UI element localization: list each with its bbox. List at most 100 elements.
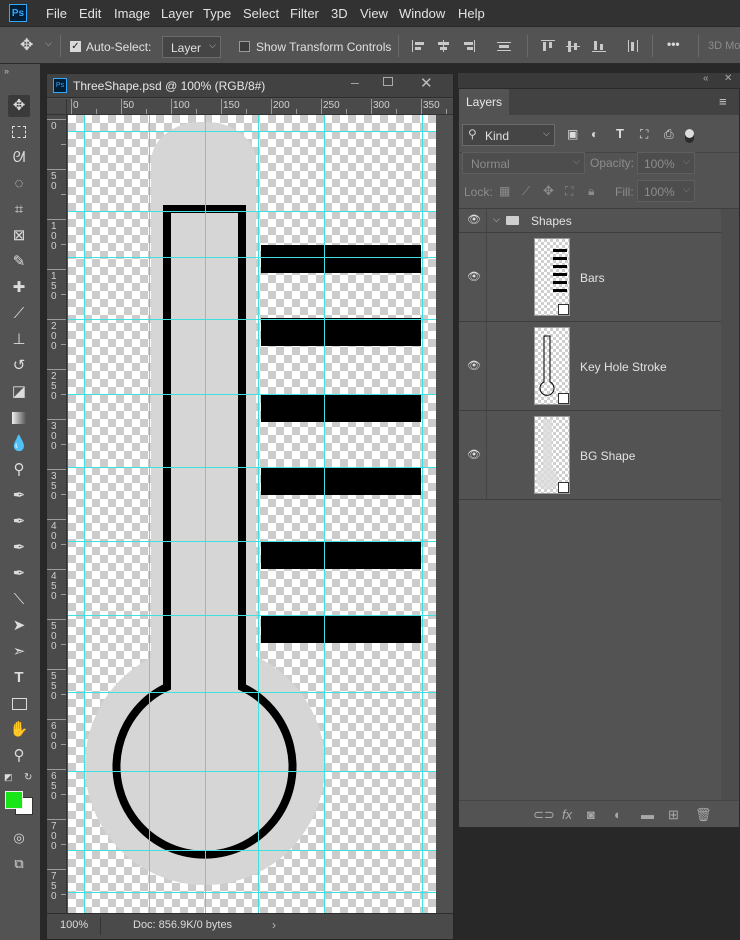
close-icon[interactable]: ✕ [420,74,433,92]
status-menu-arrow-icon[interactable]: › [272,918,276,932]
document-tab[interactable]: Ps ThreeShape.psd @ 100% (RGB/8#) – ✕ [47,74,453,98]
layers-scrollbar[interactable] [721,209,739,801]
frame-tool-icon[interactable]: ⊠ [8,225,30,247]
menu-view[interactable]: View [360,6,388,21]
align-top-icon[interactable] [541,40,555,52]
align-horizontal-center-icon[interactable] [437,40,451,52]
menu-window[interactable]: Window [399,6,445,21]
collapse-panels-icon[interactable]: « [703,73,709,84]
lasso-tool-icon[interactable]: ᘛ [8,147,30,169]
dodge-tool-icon[interactable]: ⚲ [8,459,30,481]
lock-image-icon[interactable]: ⟋ [522,184,530,199]
convert-point-tool-icon[interactable]: ✒ [8,563,30,585]
lock-transparent-icon[interactable]: ▦ [499,184,510,198]
direct-selection-tool-icon[interactable]: ➣ [8,641,30,663]
menu-3d[interactable]: 3D [331,6,348,21]
layer-style-icon[interactable]: fx [562,807,572,822]
hand-tool-icon[interactable]: ✋ [8,719,30,741]
show-transform-checkbox[interactable] [239,41,250,52]
layer-row-bars[interactable]: 👁︎ Bars [459,233,721,322]
vertical-ruler[interactable]: 0 50 100 150 200 250 300 350 400 450 500 550 600 650 7… [47,115,67,913]
visibility-toggle[interactable]: 👁︎ [459,233,487,321]
quick-selection-tool-icon[interactable]: ◌ [8,173,30,195]
add-anchor-tool-icon[interactable]: ✒ [8,537,30,559]
vertical-scrollbar[interactable] [436,115,453,913]
align-left-icon[interactable] [412,40,426,52]
crop-tool-icon[interactable]: ⌗ [8,199,30,221]
3d-mode-label[interactable]: 3D Mo [708,40,740,52]
opacity-field[interactable]: 100% ⌵ [637,152,695,174]
menu-select[interactable]: Select [243,6,279,21]
swap-colors-icon[interactable]: ↻ [24,772,32,783]
menu-type[interactable]: Type [203,6,231,21]
auto-select-target-dropdown[interactable]: Layer ⌵ [162,36,221,58]
filter-shape-icon[interactable]: ⛶ [640,127,648,142]
layer-row-key-hole-stroke[interactable]: 👁︎ Key Hole Stroke [459,322,721,411]
filter-smart-object-icon[interactable]: ⎙ [664,127,674,142]
menu-file[interactable]: File [46,6,67,21]
layer-row-bg-shape[interactable]: 👁︎ BG Shape [459,411,721,500]
healing-brush-tool-icon[interactable]: ✚ [8,277,30,299]
gradient-tool-icon[interactable] [8,407,30,429]
move-tool-icon[interactable]: ✥ [8,95,30,117]
filter-pixel-icon[interactable]: ▣ [567,127,578,141]
eyedropper-tool-icon[interactable]: ✎ [8,251,30,273]
screen-mode-icon[interactable]: ⧉ [8,853,30,875]
move-tool-icon[interactable]: ✥ [20,35,33,55]
blur-tool-icon[interactable]: 💧 [8,433,30,455]
pen-tool-icon[interactable]: ✒ [8,485,30,507]
lock-all-icon[interactable]: 🔒︎ [588,184,594,199]
ruler-origin[interactable] [47,99,67,115]
blend-mode-dropdown[interactable]: Normal ⌵ [462,152,585,174]
filter-adjustment-icon[interactable]: ◐ [591,127,598,141]
more-options-icon[interactable]: ••• [667,37,680,51]
panel-collapse-icon[interactable]: » [4,66,9,76]
rectangle-tool-icon[interactable] [8,693,30,715]
menu-help[interactable]: Help [458,6,485,21]
path-selection-tool-icon[interactable]: ➤ [8,615,30,637]
marquee-tool-icon[interactable] [8,121,30,143]
lock-position-icon[interactable]: ✥ [543,183,554,199]
align-vertical-center-icon[interactable] [566,40,580,52]
menu-filter[interactable]: Filter [290,6,319,21]
type-tool-icon[interactable]: T [8,667,30,689]
zoom-level[interactable]: 100% [60,919,88,931]
foreground-color-swatch[interactable] [5,791,23,809]
fill-field[interactable]: 100% ⌵ [637,180,695,202]
visibility-toggle[interactable]: 👁︎ [459,322,487,410]
menu-layer[interactable]: Layer [161,6,194,21]
path-line-tool-icon[interactable]: ⟍ [8,589,30,611]
eye-icon[interactable]: 👁︎ [467,359,481,372]
link-layers-icon[interactable]: ⊂⊃ [533,807,555,823]
horizontal-ruler[interactable]: 0 50 100 150 200 250 300 350 [67,99,453,115]
menu-image[interactable]: Image [114,6,150,21]
minimize-icon[interactable]: – [351,74,359,90]
filter-type-icon[interactable]: T [616,126,624,141]
visibility-toggle[interactable]: 👁︎ [459,209,487,232]
visibility-toggle[interactable]: 👁︎ [459,411,487,499]
layer-group-shapes[interactable]: 👁︎ ⌵ Shapes [459,209,721,233]
tool-preset-chevron-icon[interactable]: ⌵ [45,38,52,49]
eye-icon[interactable]: 👁︎ [467,270,481,283]
menu-edit[interactable]: Edit [79,6,101,21]
lock-artboard-icon[interactable]: ⛶ [565,184,573,199]
add-mask-icon[interactable]: ◙ [587,807,595,822]
align-right-icon[interactable] [462,40,476,52]
delete-layer-icon[interactable]: 🗑︎ [695,807,712,823]
document-canvas[interactable] [68,115,436,913]
close-panel-icon[interactable]: ✕ [724,73,732,84]
clone-stamp-tool-icon[interactable]: ⊥ [8,329,30,351]
eraser-tool-icon[interactable]: ◪ [8,381,30,403]
distribute-horizontal-icon[interactable] [626,40,640,52]
maximize-icon[interactable] [383,77,393,86]
panel-menu-icon[interactable]: ≡ [719,94,727,109]
eye-icon[interactable]: 👁︎ [467,213,481,226]
new-layer-icon[interactable]: ⊞ [668,807,679,823]
auto-select-checkbox[interactable]: ✓ [70,41,81,52]
quick-mask-icon[interactable]: ◎ [8,827,30,849]
eye-icon[interactable]: 👁︎ [467,448,481,461]
distribute-vertical-icon[interactable] [497,40,511,52]
layers-tab[interactable]: Layers [459,89,509,115]
default-colors-icon[interactable]: ◩ [4,772,13,783]
filter-kind-dropdown[interactable]: ⚲ Kind ⌵ [462,124,555,146]
